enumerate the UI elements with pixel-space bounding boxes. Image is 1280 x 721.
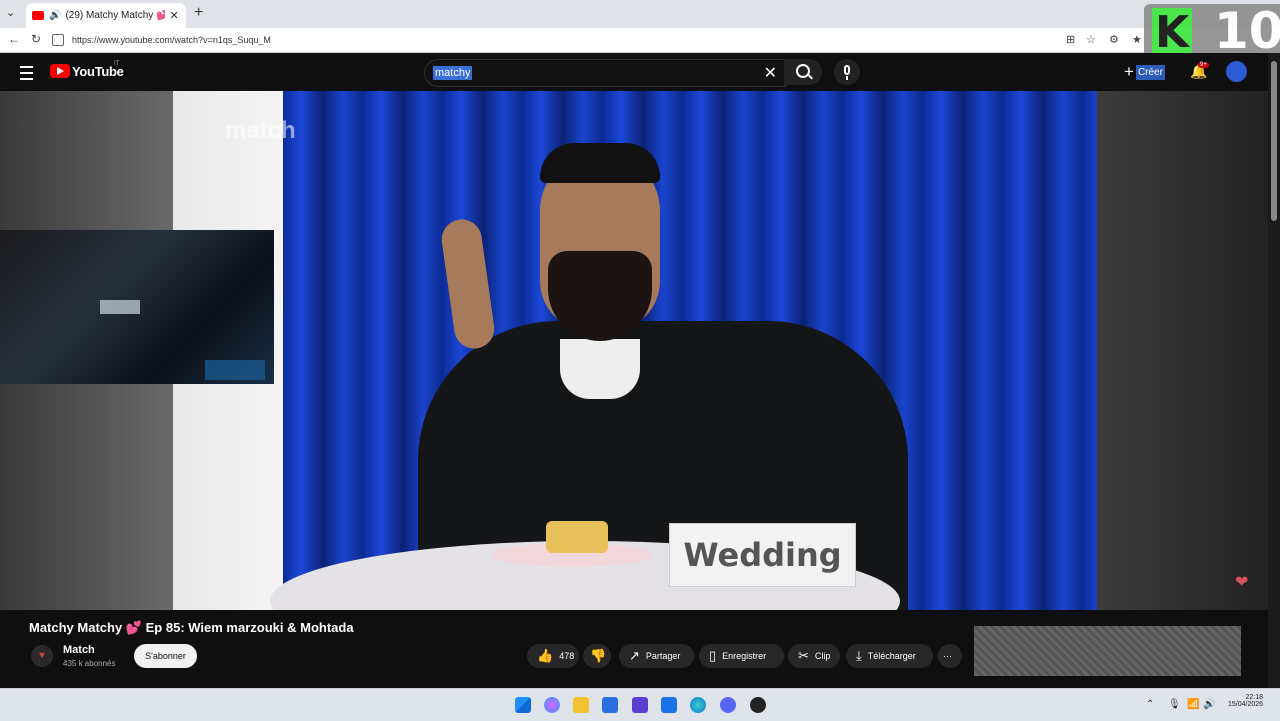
save-button[interactable]: ▯ Enregistrer [699, 644, 784, 668]
video-player[interactable]: match Wedding ❤ [0, 91, 1268, 610]
site-info-icon[interactable] [52, 34, 64, 46]
share-label: Partager [645, 651, 681, 661]
scrollbar-thumb[interactable] [1271, 61, 1277, 221]
like-count: 478 [559, 651, 575, 661]
windows-taskbar: ⌃ 🎙 📶 🔊 22:18 15/04/2026 [0, 688, 1280, 721]
thumbs-down-icon: 👎 [590, 648, 607, 663]
download-icon: ⤓ [856, 648, 862, 663]
search-button[interactable] [784, 59, 822, 85]
store-icon[interactable] [602, 697, 618, 713]
extensions-icon[interactable]: ⚙ [1109, 33, 1119, 46]
url-text: https://www.youtube.com/watch?v=n1qs_Suq… [72, 35, 271, 45]
browser-tab-bar: ⌄ 🔊 (29) Matchy Matchy 💕 Ep 85 ✕ + [0, 0, 1280, 28]
channel-corner-logo-icon: ❤ [1235, 574, 1249, 591]
overlay-number: 10 [1214, 2, 1280, 60]
title-heart-icon: 💕 [125, 620, 143, 635]
video-title: Matchy Matchy 💕 Ep 85: Wiem marzouki & M… [29, 620, 354, 636]
back-arrow-icon[interactable]: ← [8, 32, 20, 46]
bookmark-icon: ▯ [709, 648, 717, 663]
subscriber-count: 435 k abonnés [63, 659, 116, 668]
webcam-monitor-light [100, 300, 140, 314]
browser-tab-active[interactable]: 🔊 (29) Matchy Matchy 💕 Ep 85 ✕ [26, 3, 186, 28]
scissors-icon: ✂ [798, 648, 809, 663]
like-button[interactable]: 👍 478 [527, 644, 579, 668]
clock-time: 22:18 [1245, 694, 1264, 701]
sidebar-ad-thumbnail[interactable] [974, 626, 1241, 676]
youtube-logo-icon[interactable] [50, 64, 70, 78]
clock-date: 15/04/2026 [1228, 701, 1264, 708]
download-label: Télécharger [867, 651, 916, 661]
share-arrow-icon: ↗ [629, 648, 640, 663]
video-title-rest: Ep 85: Wiem marzouki & Mohtada [145, 620, 354, 635]
account-avatar[interactable] [1226, 61, 1247, 82]
app-icon[interactable] [632, 697, 648, 713]
edge-browser-icon[interactable] [690, 697, 706, 713]
voice-search-mic-icon[interactable] [834, 59, 860, 85]
system-clock[interactable]: 22:18 15/04/2026 [1228, 694, 1263, 708]
create-button[interactable]: + Créer [1124, 62, 1165, 82]
address-bar-row: ← ↻ https://www.youtube.com/watch?v=n1qs… [0, 28, 1280, 53]
host-shirt [560, 339, 640, 399]
share-button[interactable]: ↗ Partager [619, 644, 694, 668]
outlook-icon[interactable] [661, 697, 677, 713]
microphone-tray-icon[interactable]: 🎙 [1168, 699, 1181, 710]
host-hair [540, 143, 660, 183]
video-info-section: Matchy Matchy 💕 Ep 85: Wiem marzouki & M… [0, 610, 1268, 688]
hamburger-menu-icon[interactable] [20, 66, 33, 80]
tray-chevron-icon[interactable]: ⌃ [1146, 699, 1154, 710]
speaker-icon[interactable]: 🔊 [49, 10, 61, 21]
new-tab-button[interactable]: + [194, 4, 203, 22]
discord-icon[interactable] [720, 697, 736, 713]
thumbs-up-icon: 👍 [537, 648, 554, 663]
video-title-main: Matchy Matchy [29, 620, 123, 635]
clip-label: Clip [814, 651, 831, 661]
subscribe-button[interactable]: S'abonner [134, 644, 197, 668]
download-button[interactable]: ⤓ Télécharger [846, 644, 933, 668]
tab-close-icon[interactable]: ✕ [169, 9, 178, 22]
clear-search-icon[interactable]: ✕ [764, 63, 777, 83]
dislike-button[interactable]: 👎 [583, 644, 611, 668]
dessert-cake [546, 521, 608, 553]
tab-list-chevron-icon[interactable]: ⌄ [6, 6, 15, 19]
streamer-webcam-overlay [0, 230, 274, 384]
notifications-count-badge: 9+ [1198, 62, 1209, 68]
save-label: Enregistrer [722, 651, 767, 661]
file-explorer-icon[interactable] [573, 697, 589, 713]
copilot-icon[interactable] [544, 697, 560, 713]
channel-avatar[interactable]: ♥ [31, 645, 53, 667]
webcam-blue-light [205, 360, 265, 380]
search-icon [796, 64, 810, 78]
obs-icon[interactable] [750, 697, 766, 713]
overlay-letter: K [1152, 8, 1192, 58]
wedding-sign: Wedding [669, 523, 856, 587]
country-code: IT [114, 61, 120, 67]
app-install-icon[interactable]: ⊞ [1066, 33, 1075, 46]
search-input[interactable]: matchy ✕ [424, 59, 786, 87]
create-label: Créer [1135, 64, 1165, 80]
youtube-favicon-icon [32, 11, 44, 20]
more-dots-icon: ··· [943, 651, 952, 661]
video-right-backdrop [1097, 91, 1268, 610]
reload-icon[interactable]: ↻ [31, 32, 41, 46]
favorites-icon[interactable]: ★ [1132, 33, 1142, 46]
plus-icon: + [1124, 62, 1134, 81]
volume-icon[interactable]: 🔊 [1203, 699, 1215, 710]
more-actions-button[interactable]: ··· [938, 644, 962, 668]
favorite-star-icon[interactable]: ☆ [1086, 33, 1096, 46]
match-watermark: match [225, 117, 296, 144]
tab-title: (29) Matchy Matchy 💕 Ep 85 [65, 10, 166, 21]
start-windows-icon[interactable] [515, 697, 531, 713]
url-field[interactable]: https://www.youtube.com/watch?v=n1qs_Suq… [52, 30, 1052, 50]
channel-name[interactable]: Match [63, 644, 95, 656]
page-scrollbar[interactable] [1268, 53, 1280, 688]
youtube-header: YouTube IT matchy ✕ + Créer 🔔 9+ [0, 53, 1268, 91]
wifi-icon[interactable]: 📶 [1187, 699, 1199, 710]
clip-button[interactable]: ✂ Clip [788, 644, 840, 668]
search-query: matchy [433, 66, 473, 80]
